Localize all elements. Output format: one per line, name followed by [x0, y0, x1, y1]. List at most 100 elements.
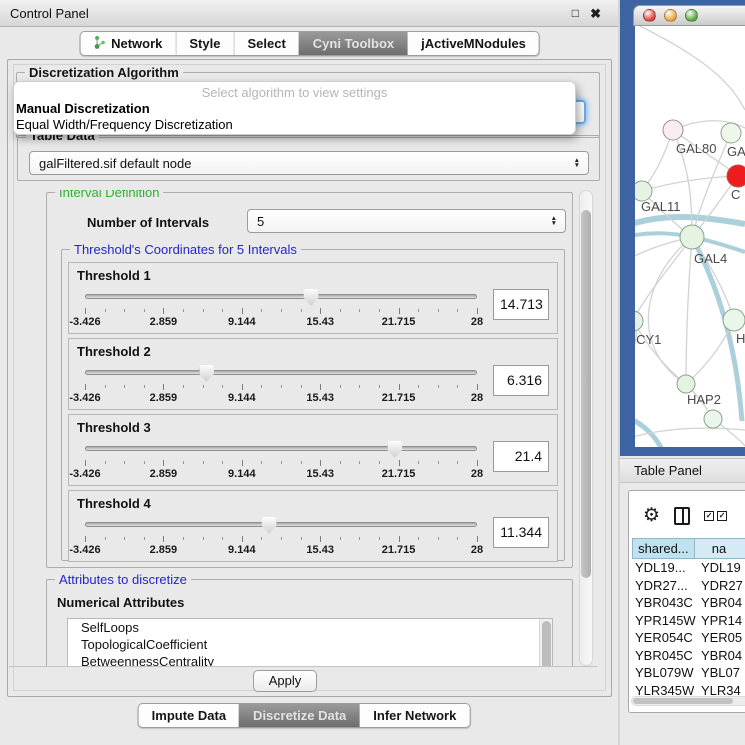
table-cell-name[interactable]: YLR34 [697, 682, 745, 698]
tab-infer-network[interactable]: Infer Network [359, 704, 469, 727]
bottom-tab-strip: Impute DataDiscretize DataInfer Network [138, 703, 471, 728]
minimize-button[interactable] [664, 9, 677, 22]
slider-thumb[interactable] [262, 517, 277, 534]
dropdown-option-equal-width[interactable]: Equal Width/Frequency Discretization [14, 116, 575, 132]
slider-thumb[interactable] [199, 365, 214, 382]
table-cell-shared-name[interactable]: YBR045C [632, 647, 697, 665]
table-row[interactable]: YER054CYER05 [632, 629, 745, 647]
threshold-value-field[interactable]: 14.713 [493, 289, 549, 320]
number-of-intervals-combobox[interactable]: 5 ▲▼ [247, 209, 566, 233]
threshold-slider[interactable]: -3.4262.8599.14415.4321.71528 [85, 287, 477, 331]
threshold-value-field[interactable]: 11.344 [493, 517, 549, 548]
network-edge[interactable] [686, 237, 692, 384]
numerical-attributes-list[interactable]: SelfLoopsTopologicalCoefficientBetweenne… [67, 618, 553, 666]
list-item[interactable]: BetweennessCentrality [68, 653, 552, 666]
list-item[interactable]: SelfLoops [68, 619, 552, 636]
scrollbar-thumb[interactable] [633, 698, 733, 704]
table-cell-shared-name[interactable]: YBR043C [632, 594, 697, 612]
table-cell-shared-name[interactable]: YPR145W [632, 612, 697, 630]
network-node[interactable] [635, 181, 652, 201]
slider-track[interactable] [85, 522, 477, 527]
table-cell-name[interactable]: YDR27 [697, 577, 745, 595]
tick-mark [124, 461, 125, 464]
threshold-slider[interactable]: -3.4262.8599.14415.4321.71528 [85, 439, 477, 483]
table-cell-shared-name[interactable]: YDL19... [632, 559, 697, 577]
tab-select[interactable]: Select [233, 32, 298, 55]
scrollbar-thumb[interactable] [542, 621, 551, 666]
network-edge[interactable] [648, 237, 692, 384]
table-cell-shared-name[interactable]: YLR345W [632, 682, 697, 698]
network-node[interactable] [680, 225, 704, 249]
column-header-name[interactable]: na [695, 538, 745, 559]
table-cell-shared-name[interactable]: YDR27... [632, 577, 697, 595]
table-cell-name[interactable]: YBR04 [697, 594, 745, 612]
threshold-slider[interactable]: -3.4262.8599.14415.4321.71528 [85, 515, 477, 559]
table-cell-name[interactable]: YPR14 [697, 612, 745, 630]
settings-vertical-scrollbar[interactable] [579, 190, 593, 666]
gear-icon[interactable]: ⚙ [643, 506, 660, 526]
checkbox-pair-icon[interactable]: ✓ ✓ [704, 511, 727, 521]
attributes-list-scrollbar[interactable] [539, 619, 552, 666]
threshold-value-field[interactable]: 21.4 [493, 441, 549, 472]
network-node[interactable] [635, 311, 643, 331]
table-horizontal-scrollbar[interactable] [631, 696, 745, 706]
dropdown-hint-item[interactable]: Select algorithm to view settings [14, 82, 575, 100]
network-canvas[interactable]: GAL80GACGAL11GAL4GCY1HHAP2 [635, 26, 745, 447]
network-edge[interactable] [635, 237, 692, 321]
scrollbar-thumb[interactable] [581, 210, 591, 578]
table-cell-shared-name[interactable]: YER054C [632, 629, 697, 647]
network-edge[interactable] [640, 26, 745, 110]
table-row[interactable]: YBR043CYBR04 [632, 594, 745, 612]
split-pane-icon[interactable] [674, 507, 690, 525]
tab-label: jActiveMNodules [421, 36, 526, 51]
table-cell-name[interactable]: YBR04 [697, 647, 745, 665]
network-node[interactable] [723, 309, 745, 331]
apply-button[interactable]: Apply [253, 670, 317, 692]
network-node-label: GAL80 [676, 141, 716, 156]
network-node[interactable] [704, 410, 722, 428]
table-cell-shared-name[interactable]: YBL079W [632, 664, 697, 682]
close-button[interactable] [643, 9, 656, 22]
dropdown-option-manual[interactable]: Manual Discretization [14, 100, 575, 116]
checkbox-icon[interactable]: ✓ [704, 511, 714, 521]
slider-track[interactable] [85, 370, 477, 375]
network-node[interactable] [727, 165, 745, 187]
table-row[interactable]: YPR145WYPR14 [632, 612, 745, 630]
column-header-shared-name[interactable]: shared... [632, 538, 695, 559]
table-data-combobox[interactable]: galFiltered.sif default node ▲▼ [29, 151, 589, 175]
tab-style[interactable]: Style [175, 32, 233, 55]
network-window-titlebar[interactable] [633, 5, 745, 26]
table-row[interactable]: YBL079WYBL07 [632, 664, 745, 682]
tab-impute-data[interactable]: Impute Data [139, 704, 239, 727]
checkbox-icon[interactable]: ✓ [717, 511, 727, 521]
table-cell-name[interactable]: YBL07 [697, 664, 745, 682]
table-cell-name[interactable]: YER05 [697, 629, 745, 647]
slider-track[interactable] [85, 294, 477, 299]
table-cell-name[interactable]: YDL19 [697, 559, 745, 577]
threshold-slider[interactable]: -3.4262.8599.14415.4321.71528 [85, 363, 477, 407]
slider-track[interactable] [85, 446, 477, 451]
zoom-button[interactable] [685, 9, 698, 22]
table-row[interactable]: YDL19...YDL19 [632, 559, 745, 577]
tab-cyni-toolbox[interactable]: Cyni Toolbox [299, 32, 407, 55]
table-row[interactable]: YLR345WYLR34 [632, 682, 745, 698]
network-edge[interactable] [635, 321, 686, 384]
tab-discretize-data[interactable]: Discretize Data [239, 704, 359, 727]
table-row[interactable]: YBR045CYBR04 [632, 647, 745, 665]
network-node[interactable] [663, 120, 683, 140]
table-row[interactable]: YDR27...YDR27 [632, 577, 745, 595]
slider-ticks [85, 536, 477, 543]
network-node[interactable] [677, 375, 695, 393]
tick-mark [399, 384, 400, 390]
close-window-icon[interactable]: ✖ [590, 6, 601, 22]
threshold-value-field[interactable]: 6.316 [493, 365, 549, 396]
network-edge-highlighted[interactable] [635, 415, 662, 447]
slider-thumb[interactable] [387, 441, 402, 458]
slider-thumb[interactable] [304, 289, 319, 306]
tab-jactivemnodules[interactable]: jActiveMNodules [407, 32, 539, 55]
tab-network[interactable]: Network [80, 32, 175, 55]
float-window-icon[interactable]: □ [572, 6, 579, 20]
list-item[interactable]: TopologicalCoefficient [68, 636, 552, 653]
threshold-panel-2: Threshold 2-3.4262.8599.14415.4321.71528… [68, 338, 558, 410]
network-node[interactable] [721, 123, 741, 143]
